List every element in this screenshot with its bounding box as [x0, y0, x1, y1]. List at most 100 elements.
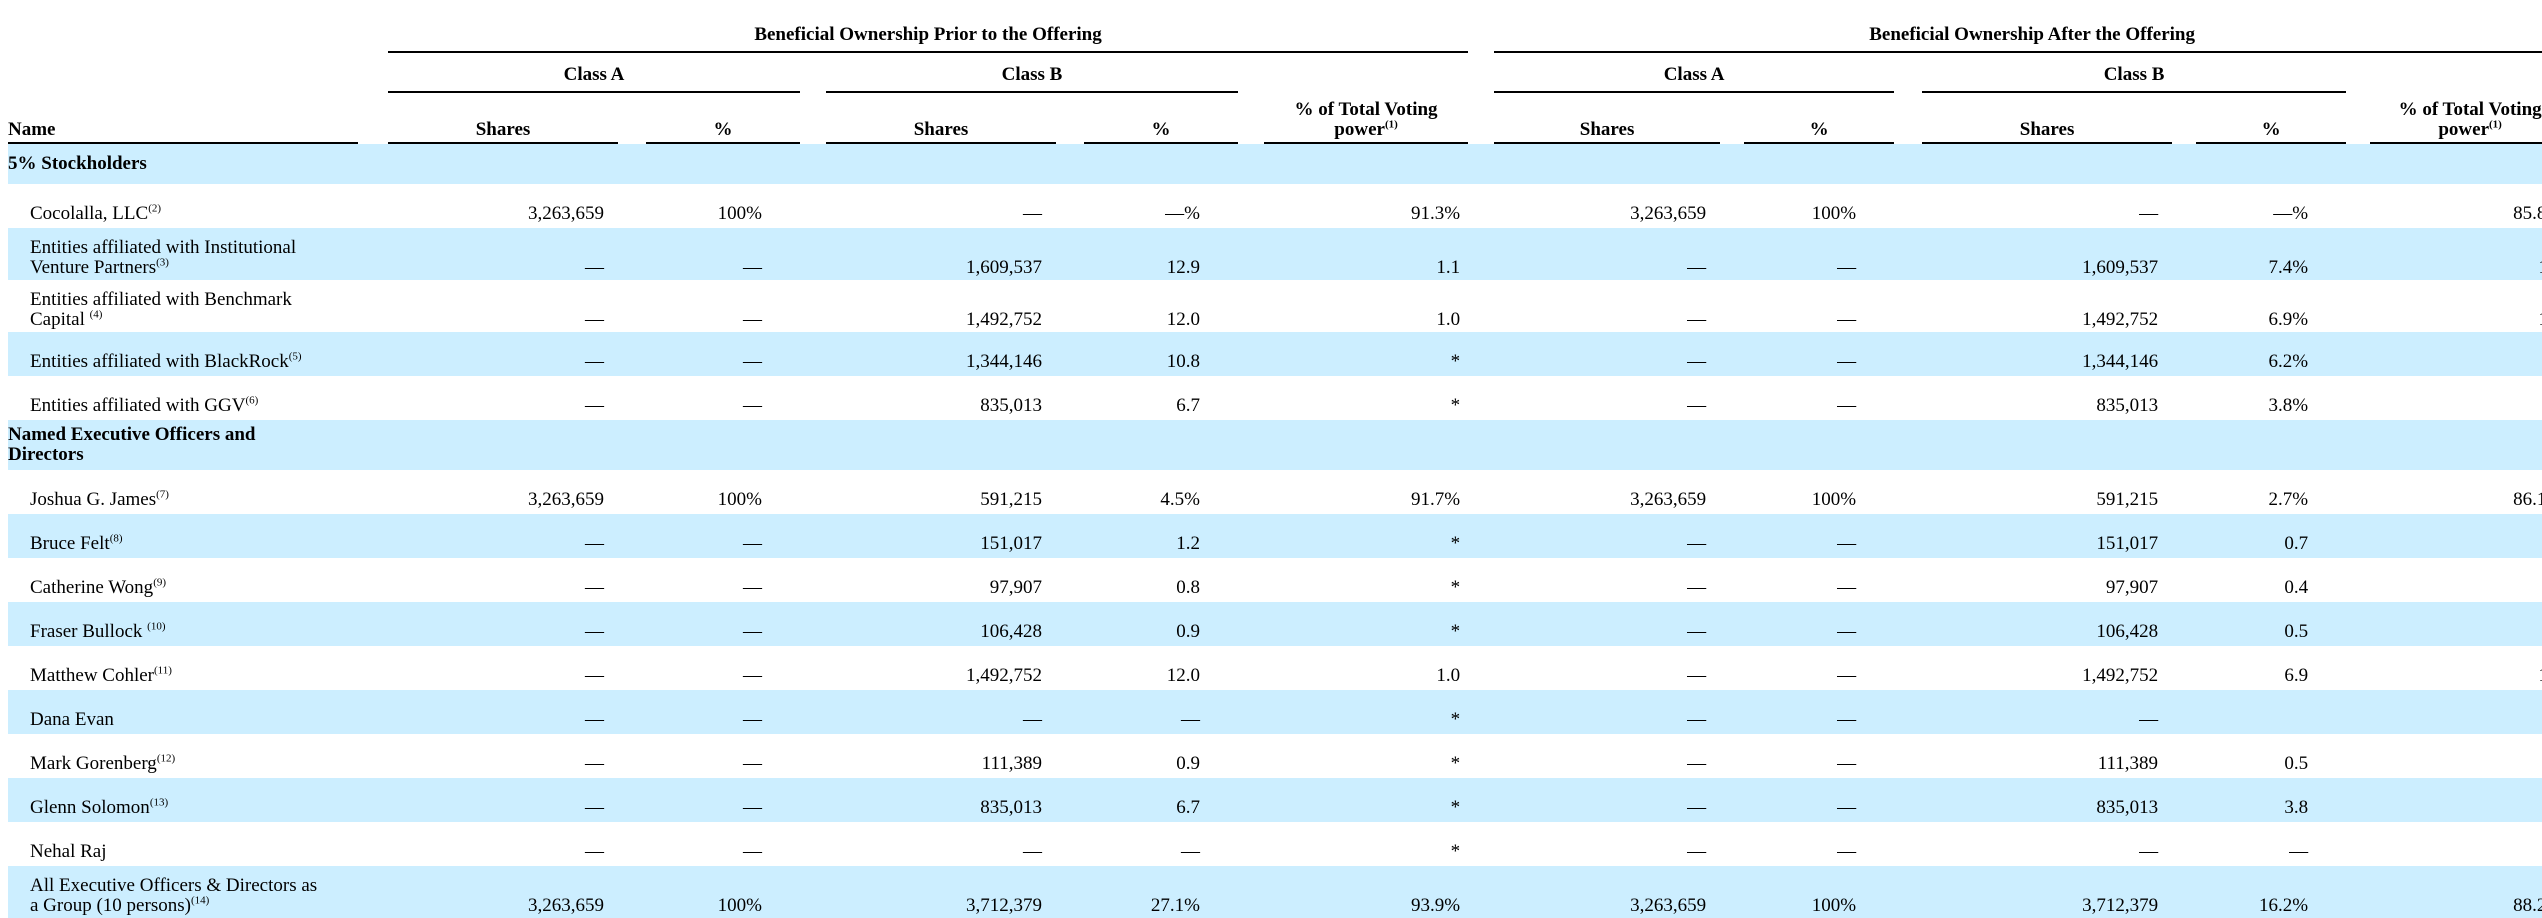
cell-pa-sh: — [388, 228, 618, 280]
cell-a-vote: 86.1% [2513, 489, 2542, 510]
cell-ab-pct: 6.9 [2284, 665, 2309, 686]
spacer-cell [1468, 184, 1494, 228]
holder-name: All Executive Officers & Directors as a G… [8, 866, 358, 918]
spacer-cell [358, 690, 388, 734]
spacer-cell [1238, 866, 1264, 918]
spacer-cell [2346, 690, 2371, 734]
cell-aa-pct: — [1837, 753, 1857, 774]
cell-p-vote: 1.0 [1436, 309, 1461, 330]
cell-aa-sh: — [1494, 332, 1721, 376]
cell-pa-pct: 100% [646, 866, 800, 918]
cell-ab-sh: 111,389 [2097, 753, 2159, 774]
cell-pa-pct: — [743, 841, 762, 862]
spacer-cell [1238, 734, 1264, 778]
cell-ab-sh: 151,017 [1922, 514, 2173, 558]
spacer-cell [1894, 470, 1922, 514]
cell-pb-pct: 0.9 [1176, 753, 1200, 774]
header-after-voting: % of Total Voting power(1) [2370, 100, 2542, 144]
cell-pb-pct: 27.1% [1084, 866, 1238, 918]
cell-a-vote: 1.0 [2370, 280, 2542, 332]
cell-pb-sh: 97,907 [989, 577, 1042, 598]
spacer-cell [1894, 822, 1922, 866]
cell-pb-sh: — [1023, 203, 1042, 224]
cell-ab-sh: 1,492,752 [2082, 665, 2159, 686]
spacer-cell [800, 734, 826, 778]
cell-pb-sh: — [1023, 841, 1042, 862]
cell-pa-sh: — [585, 309, 604, 330]
cell-pb-pct: — [1084, 690, 1238, 734]
cell-p-vote: * [1264, 690, 1469, 734]
spacer-cell [618, 376, 646, 420]
cell-ab-sh: — [1922, 690, 2173, 734]
cell-ab-pct: 7.4% [2196, 228, 2347, 280]
spacer-cell [1238, 646, 1264, 690]
holder-name: Mark Gorenberg(12) [30, 752, 176, 774]
cell-pa-sh: — [585, 577, 604, 598]
cell-pb-pct: 12.0 [1166, 665, 1200, 686]
spacer-cell [1894, 376, 1922, 420]
cell-aa-sh: — [1687, 841, 1707, 862]
spacer-cell [1238, 514, 1264, 558]
cell-ab-sh: 591,215 [2096, 489, 2159, 510]
cell-ab-pct: 0.5 [2196, 602, 2347, 646]
table-row: Dana Evan — — — — * — — — [8, 690, 2542, 734]
cell-aa-pct: 100% [1811, 489, 1857, 510]
spacer-cell [1238, 690, 1264, 734]
spacer-cell [1468, 514, 1495, 558]
cell-pa-pct: — [743, 309, 762, 330]
cell-ab-pct: 6.2% [2196, 332, 2347, 376]
cell-p-vote: * [1450, 577, 1461, 598]
spacer-cell [1894, 734, 1922, 778]
spacer-cell [1238, 184, 1264, 228]
cell-aa-sh: 3,263,659 [1494, 866, 1721, 918]
spacer-cell [1894, 184, 1922, 228]
spacer-cell [358, 646, 388, 690]
cell-ab-pct: 3.8% [2268, 395, 2309, 416]
header-after-b-pct: % [2196, 100, 2347, 144]
table-row: Nehal Raj — — — — * — — — — * [8, 822, 2542, 866]
holder-name: Cocolalla, LLC(2) [30, 202, 162, 224]
header-prior-b-shares: Shares [826, 100, 1056, 144]
cell-p-vote: * [1450, 753, 1461, 774]
cell-a-vote: * [2370, 822, 2542, 866]
header-name: Name [8, 100, 358, 144]
cell-p-vote: * [1264, 778, 1469, 822]
cell-ab-sh: 1,492,752 [2082, 309, 2159, 330]
footnote-ref: (11) [154, 664, 172, 677]
holder-name: Entities affiliated with Institutional Ve… [8, 228, 358, 280]
cell-aa-sh: — [1494, 690, 1721, 734]
spacer-cell [2346, 470, 2370, 514]
table-row: Entities affiliated with Benchmark Capita… [8, 280, 2542, 332]
spacer-cell [1056, 332, 1084, 376]
spacer-cell [2172, 332, 2197, 376]
spacer-cell [618, 690, 646, 734]
cell-aa-sh: — [1494, 602, 1721, 646]
spacer-cell [1238, 332, 1264, 376]
spacer-cell [2346, 280, 2370, 332]
spacer-cell [2172, 470, 2196, 514]
spacer-cell [800, 602, 826, 646]
cell-p-vote: * [1264, 602, 1469, 646]
cell-aa-sh: 3,263,659 [1630, 203, 1707, 224]
cell-p-vote: 1.0 [1436, 665, 1461, 686]
cell-aa-pct: — [1837, 395, 1857, 416]
spacer-cell [2172, 602, 2197, 646]
table-row: Matthew Cohler(11) — — 1,492,752 12.0 1.0 — — 1,… [8, 646, 2542, 690]
spacer-cell [1720, 646, 1744, 690]
spacer-cell [2172, 734, 2196, 778]
spacer-cell [618, 184, 646, 228]
header-prior-b-pct: % [1084, 100, 1238, 144]
cell-ab-pct: 0.4 [2284, 577, 2309, 598]
cell-pb-pct: 6.7 [1176, 395, 1200, 416]
spacer-cell [1894, 228, 1923, 280]
spacer-cell [1720, 558, 1744, 602]
cell-ab-pct: 0.7 [2196, 514, 2347, 558]
cell-pb-sh: 835,013 [980, 395, 1042, 416]
spacer-cell [2172, 558, 2196, 602]
beneficial-ownership-table: Beneficial Ownership Prior to the Offeri… [8, 20, 2542, 918]
cell-ab-sh: 835,013 [2096, 395, 2159, 416]
cell-p-vote: * [1264, 514, 1469, 558]
spacer-cell [2172, 514, 2197, 558]
cell-pb-pct: 0.9 [1084, 602, 1238, 646]
cell-p-vote: 91.7% [1410, 489, 1461, 510]
